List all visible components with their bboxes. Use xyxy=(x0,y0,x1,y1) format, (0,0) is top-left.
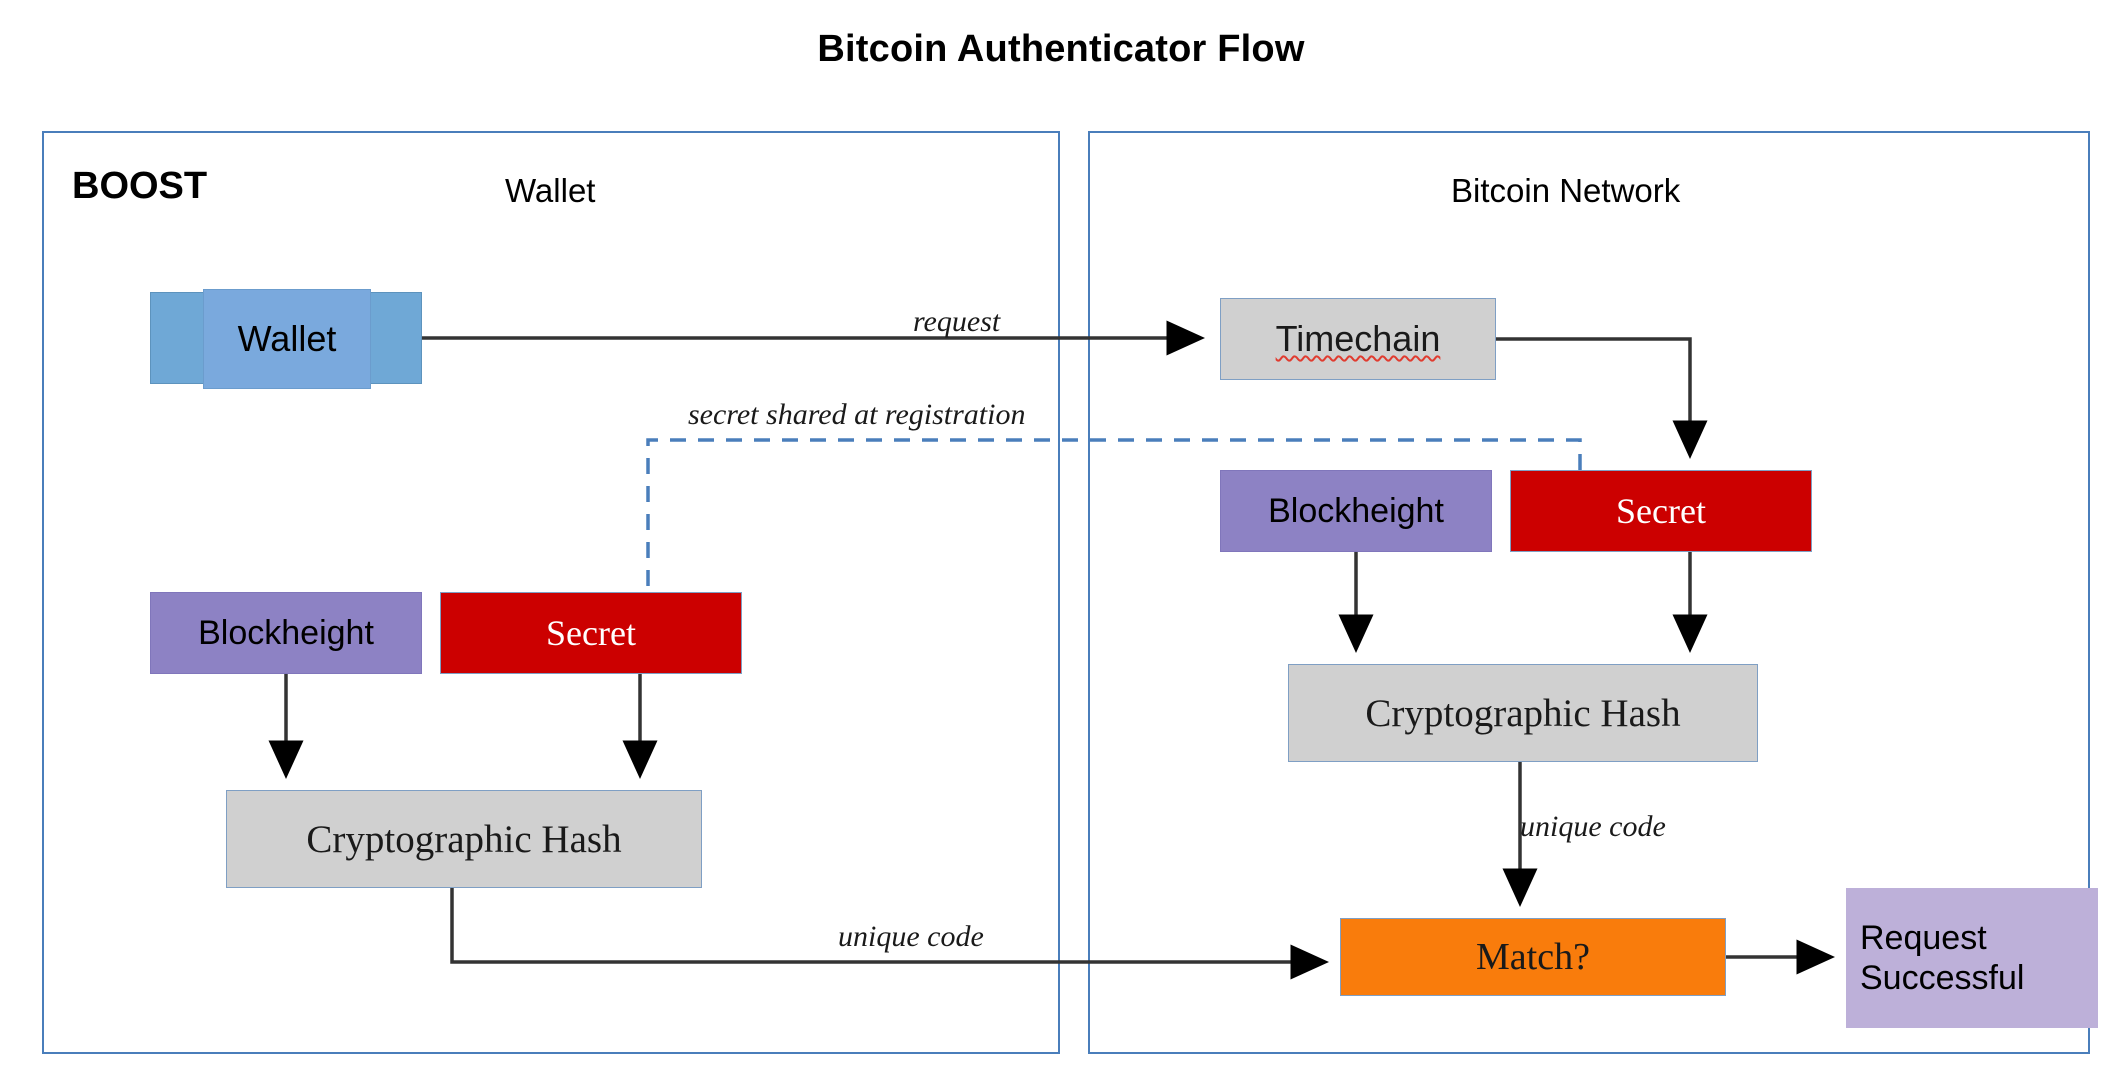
edge-label-request: request xyxy=(913,305,1001,338)
edge-label-secret-shared: secret shared at registration xyxy=(688,398,1026,431)
node-secret-network[interactable]: Secret xyxy=(1510,470,1812,552)
node-secret-network-label: Secret xyxy=(1616,491,1706,531)
edge-timechain-to-secret xyxy=(1496,337,1708,459)
node-cryptographic-hash-wallet[interactable]: Cryptographic Hash xyxy=(226,790,702,888)
edge-label-unique-code-left: unique code xyxy=(838,920,984,953)
node-request-successful[interactable]: Request Successful xyxy=(1846,888,2098,1028)
node-blockheight-wallet[interactable]: Blockheight xyxy=(150,592,422,674)
node-secret-wallet[interactable]: Secret xyxy=(440,592,742,674)
node-match[interactable]: Match? xyxy=(1340,918,1726,996)
node-blockheight-network[interactable]: Blockheight xyxy=(1220,470,1492,552)
node-match-label: Match? xyxy=(1476,936,1590,978)
node-blockheight-wallet-label: Blockheight xyxy=(198,613,374,652)
node-secret-wallet-label: Secret xyxy=(546,613,636,653)
node-cryptographic-hash-network[interactable]: Cryptographic Hash xyxy=(1288,664,1758,762)
node-timechain-label: Timechain xyxy=(1275,318,1441,359)
wallet-body: Wallet xyxy=(203,289,371,389)
edge-label-unique-code-right: unique code xyxy=(1520,810,1666,843)
request-successful-line-1: Request xyxy=(1860,918,1987,957)
node-cryptographic-hash-wallet-label: Cryptographic Hash xyxy=(306,817,622,861)
request-successful-line-2: Successful xyxy=(1860,959,2025,997)
diagram-canvas: Bitcoin Authenticator Flow BOOST Wallet … xyxy=(0,0,2122,1076)
node-request-successful-label: Request Successful xyxy=(1860,918,2024,998)
node-timechain[interactable]: Timechain xyxy=(1220,298,1496,380)
node-blockheight-network-label: Blockheight xyxy=(1268,491,1444,530)
node-wallet-label: Wallet xyxy=(237,318,337,359)
node-cryptographic-hash-network-label: Cryptographic Hash xyxy=(1365,691,1681,735)
node-wallet[interactable]: Wallet xyxy=(150,289,422,389)
